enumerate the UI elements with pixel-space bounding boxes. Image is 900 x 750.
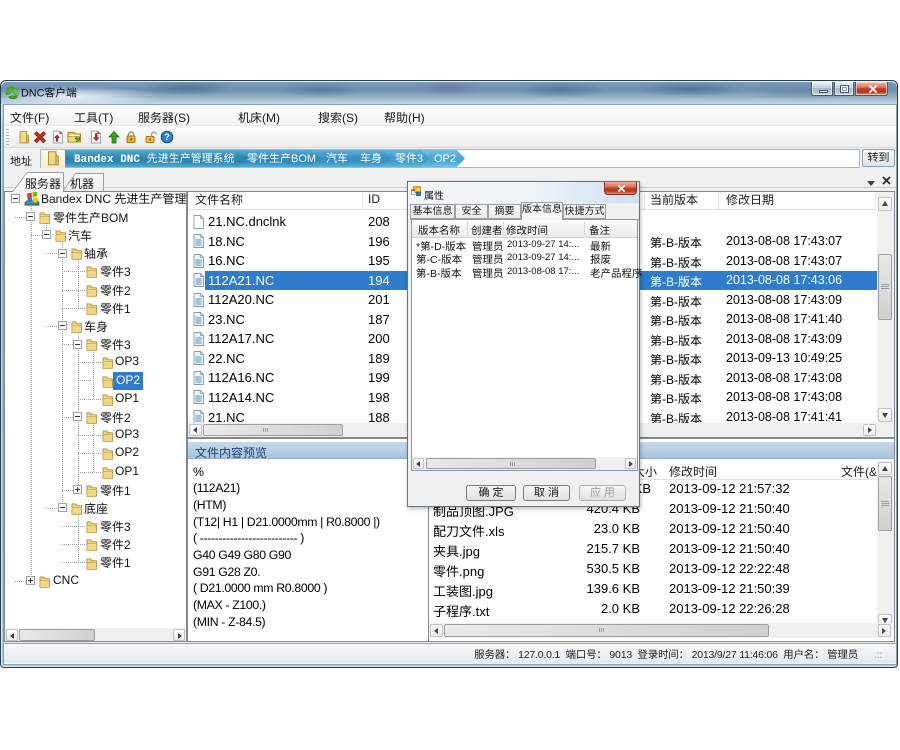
svg-text:?: ? — [164, 132, 170, 142]
